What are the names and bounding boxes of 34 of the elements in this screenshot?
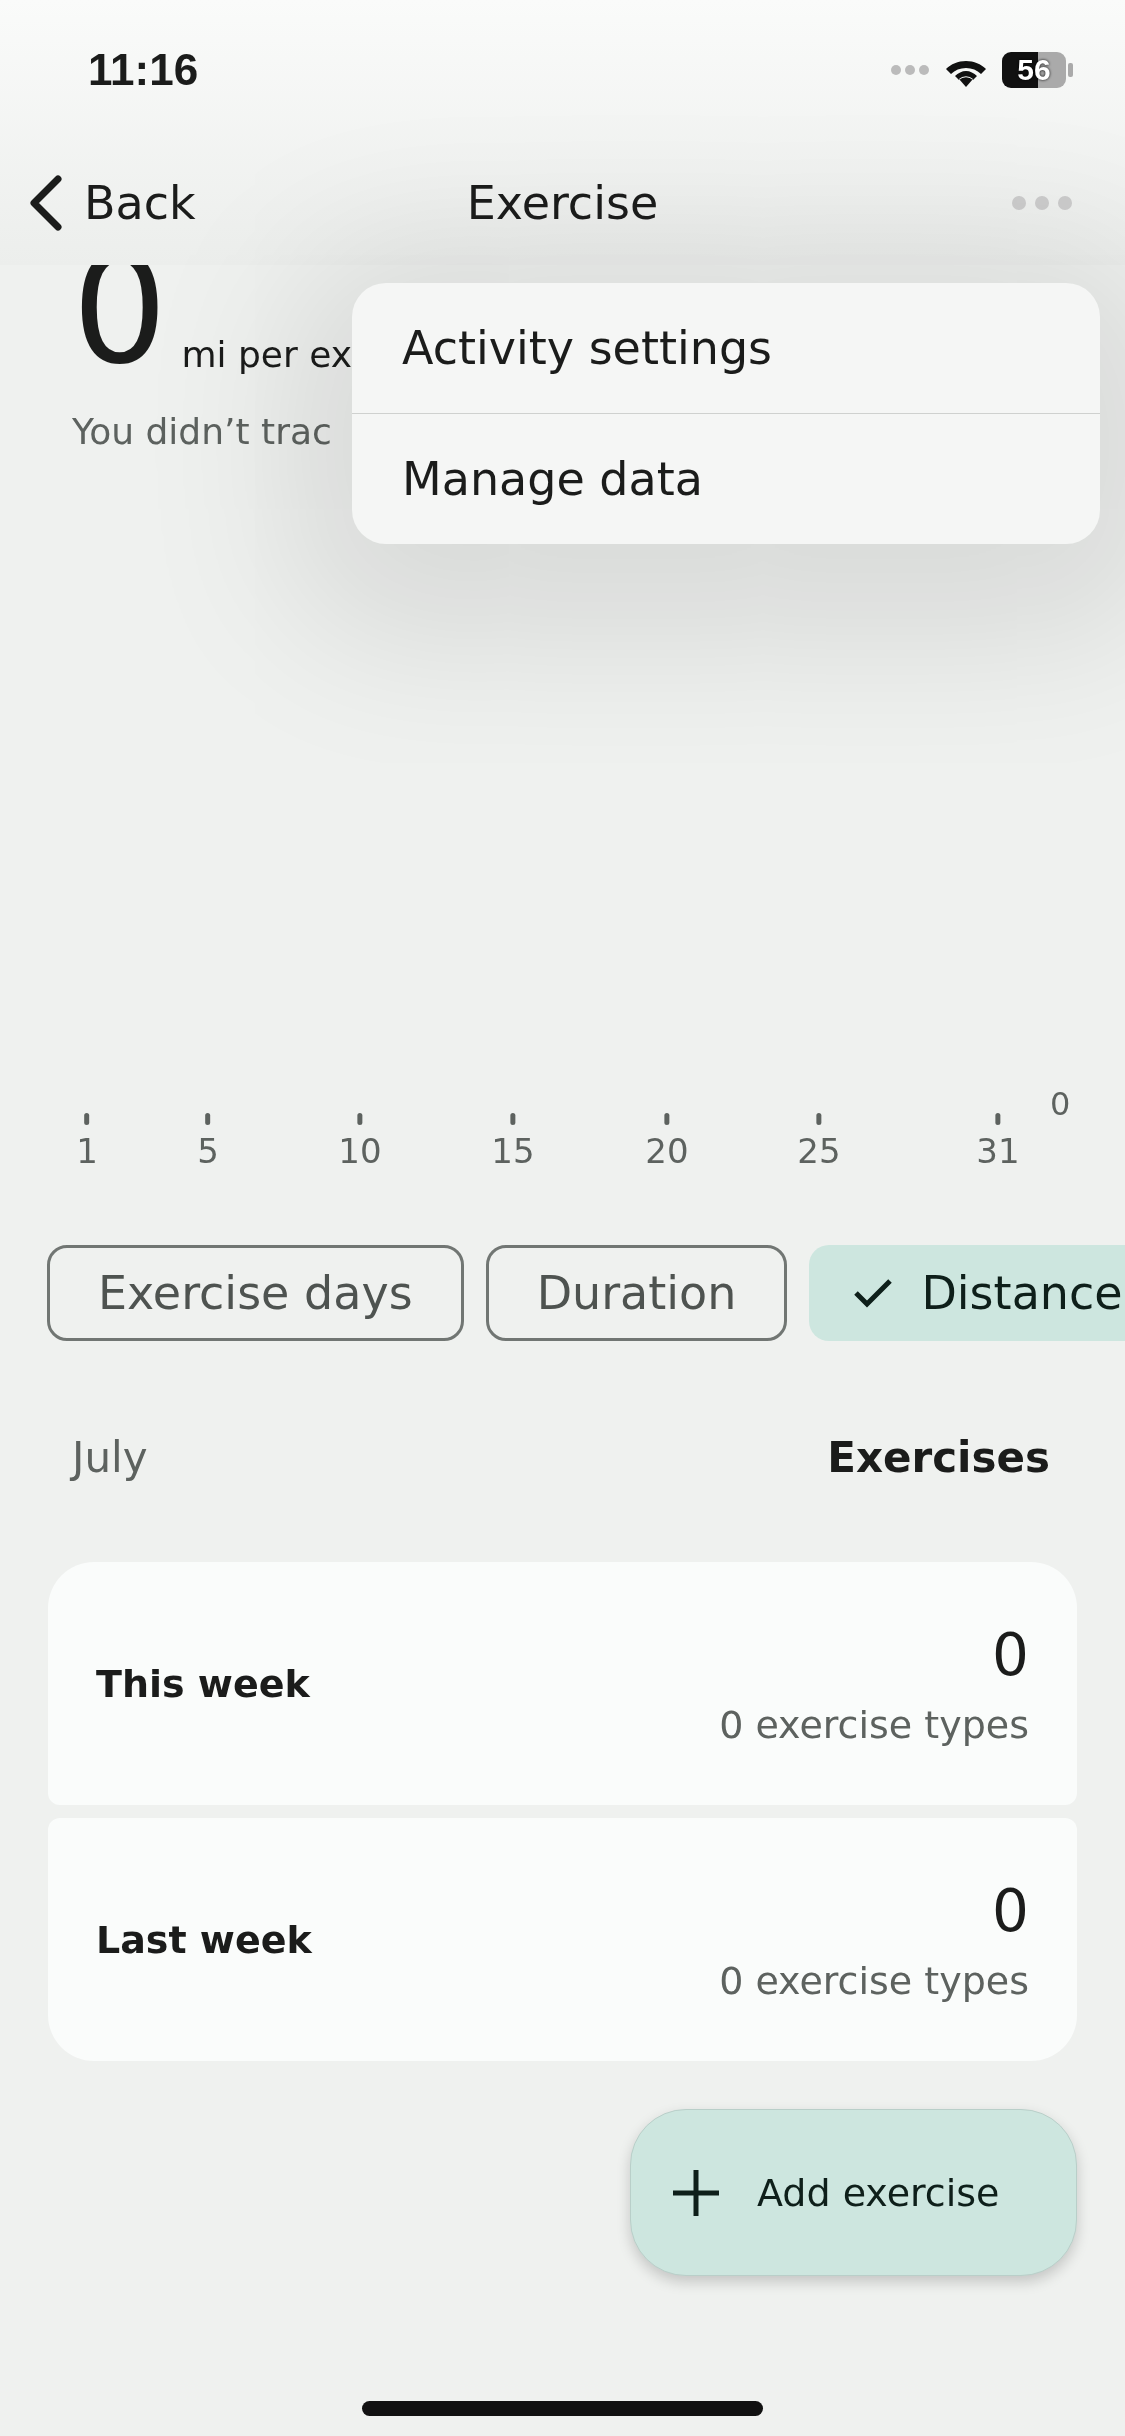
axis-label: 5 [197, 1131, 219, 1171]
summary-card[interactable]: Last week 0 0 exercise types [48, 1818, 1077, 2061]
more-icon[interactable] [1011, 194, 1073, 211]
page-title: Exercise [466, 175, 659, 230]
status-time: 11:16 [88, 45, 199, 95]
cellular-icon [890, 64, 930, 76]
plus-icon [671, 2167, 721, 2218]
chevron-left-icon [28, 174, 62, 231]
check-icon [853, 1278, 894, 1308]
menu-item[interactable]: Activity settings [352, 283, 1100, 413]
card-label: This week [96, 1661, 310, 1706]
axis-label: 0 [1050, 1085, 1071, 1123]
back-button[interactable]: Back [28, 174, 196, 231]
axis-label: 15 [491, 1131, 535, 1171]
exercise-count: 0 [992, 1620, 1029, 1689]
filter-chip[interactable]: Distance [809, 1245, 1125, 1341]
axis-label: 20 [645, 1131, 689, 1171]
summary-unit: mi per ex [181, 337, 352, 377]
summary-card[interactable]: This week 0 0 exercise types [48, 1562, 1077, 1805]
battery-tip-icon [1068, 63, 1073, 77]
summary-note: You didn’t trac [72, 411, 332, 452]
add-exercise-button[interactable]: Add exercise [630, 2109, 1077, 2276]
column-heading: Exercises [827, 1433, 1050, 1482]
exercise-types: 0 exercise types [719, 1702, 1029, 1747]
axis-label: 25 [797, 1131, 841, 1171]
exercise-count: 0 [992, 1876, 1029, 1945]
card-label: Last week [96, 1917, 312, 1962]
menu-item[interactable]: Manage data [352, 413, 1100, 544]
filter-chip[interactable]: Exercise days [47, 1245, 464, 1341]
axis-label: 1 [76, 1131, 98, 1171]
axis-label: 31 [976, 1131, 1020, 1171]
exercise-types: 0 exercise types [719, 1958, 1029, 2003]
axis-label: 10 [338, 1131, 382, 1171]
filter-chip[interactable]: Duration [485, 1245, 788, 1341]
